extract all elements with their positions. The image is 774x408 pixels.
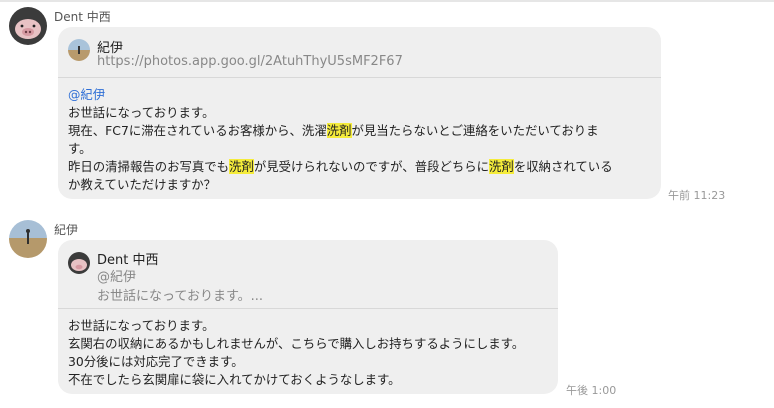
- avatar-pig[interactable]: [9, 7, 47, 45]
- search-highlight: 洗剤: [326, 123, 352, 138]
- body-line: 不在でしたら玄関扉に袋に入れてかけておくようなします。: [68, 372, 401, 387]
- message-bubble[interactable]: 紀伊 https://photos.app.goo.gl/2AtuhThyU5s…: [58, 27, 661, 199]
- body-line: 玄関右の収納にあるかもしれませんが、こちらで購入しお持ちするようにします。: [68, 336, 525, 351]
- body-line: す。: [68, 141, 92, 156]
- top-divider: [0, 0, 774, 2]
- body-line: お世話になっております。: [68, 105, 215, 120]
- quote-avatar: [68, 252, 90, 274]
- quote-snippet: お世話になっております。...: [97, 289, 264, 304]
- body-line: 現在、FC7に滞在されているお客様から、洗濯洗剤が見当たらないとご連絡をいただい…: [68, 123, 599, 138]
- body-line: 昨日の清掃報告のお写真でも洗剤が見受けられないのですが、普段どちらに洗剤を収納さ…: [68, 159, 613, 174]
- search-highlight: 洗剤: [229, 159, 254, 174]
- message-body: お世話になっております。 玄関右の収納にあるかもしれませんが、こちらで購入しお持…: [68, 317, 524, 389]
- quoted-message[interactable]: 紀伊 https://photos.app.goo.gl/2AtuhThyU5s…: [58, 27, 661, 78]
- mention[interactable]: @紀伊: [68, 86, 613, 104]
- sender-name: 紀伊: [54, 223, 79, 237]
- sender-name: Dent 中西: [54, 10, 111, 24]
- search-highlight: 洗剤: [489, 159, 514, 174]
- timestamp: 午後 1:00: [566, 384, 617, 397]
- message-body: @紀伊 お世話になっております。 現在、FC7に滞在されているお客様から、洗濯洗…: [68, 86, 613, 194]
- message-bubble[interactable]: Dent 中西 @紀伊 お世話になっております。... お世話になっております。…: [58, 240, 558, 394]
- quote-link[interactable]: https://photos.app.goo.gl/2AtuhThyU5sMF2…: [97, 54, 403, 69]
- avatar-landscape[interactable]: [9, 220, 47, 258]
- timestamp: 午前 11:23: [668, 189, 726, 202]
- quote-mention: @紀伊: [97, 270, 137, 285]
- body-line: 30分後には対応完了できます。: [68, 354, 244, 369]
- quote-avatar: [68, 39, 90, 61]
- body-line: お世話になっております。: [68, 318, 215, 333]
- quoted-message[interactable]: Dent 中西 @紀伊 お世話になっております。...: [58, 240, 558, 309]
- body-line: か教えていただけますか？: [68, 177, 217, 192]
